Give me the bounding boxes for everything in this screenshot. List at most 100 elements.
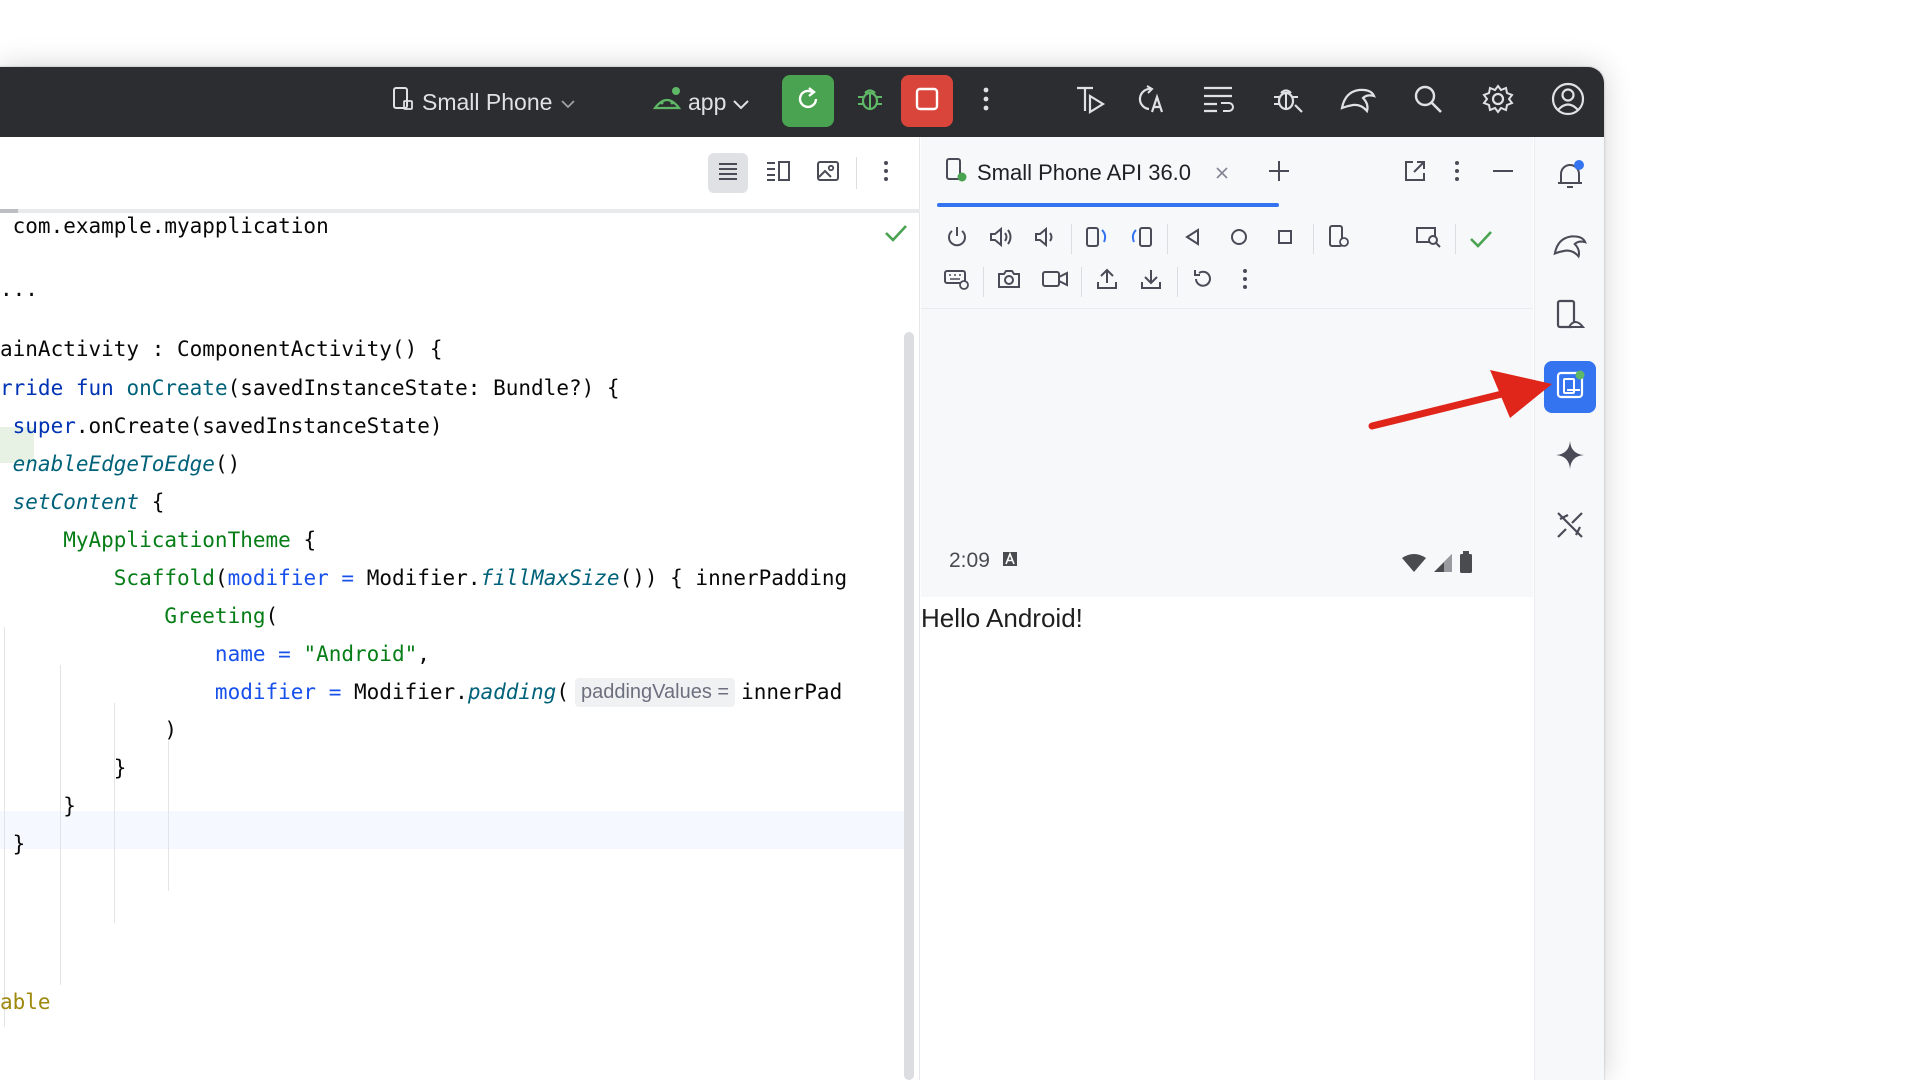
toolbar-separator <box>1167 224 1168 254</box>
settings-button[interactable] <box>1472 75 1524 127</box>
signal-icon <box>1433 553 1453 578</box>
code-token: = <box>328 566 367 590</box>
panel-options-button[interactable] <box>1439 155 1475 191</box>
window-search-icon <box>1415 225 1443 254</box>
download-icon <box>1139 267 1163 296</box>
code-token: fillMaxSize <box>480 566 620 590</box>
code-editor[interactable]: com.example.myapplication... ainActivity … <box>0 137 920 1080</box>
profiler-run-button[interactable] <box>1064 75 1116 127</box>
tools-button[interactable] <box>1544 501 1596 553</box>
attach-debugger-button[interactable] <box>1262 75 1314 127</box>
home-button[interactable] <box>1221 221 1257 257</box>
toolbar-separator <box>856 157 857 189</box>
stop-button[interactable] <box>901 75 953 127</box>
keyboard-button[interactable] <box>939 263 975 299</box>
design-view-button[interactable] <box>808 153 848 193</box>
code-token: Modifier. <box>366 566 481 590</box>
app-quality-insights-button[interactable] <box>1332 75 1384 127</box>
triangle-back-icon <box>1183 227 1203 252</box>
code-line[interactable]: modifier = Modifier. padding(paddingValue… <box>0 673 842 711</box>
chevron-down-icon <box>560 89 576 116</box>
more-actions-button[interactable] <box>960 75 1012 127</box>
code-line[interactable]: rride fun onCreate (savedInstanceState: B… <box>0 369 620 407</box>
detach-panel-button[interactable] <box>1397 155 1433 191</box>
search-button[interactable] <box>1402 75 1454 127</box>
code-line[interactable]: } <box>0 825 26 863</box>
debug-button[interactable] <box>844 75 896 127</box>
push-file-button[interactable] <box>1089 263 1125 299</box>
code-token: ( <box>265 604 279 628</box>
snapshot-restore-button[interactable] <box>1185 263 1221 299</box>
rerun-button[interactable] <box>782 75 834 127</box>
add-device-button[interactable] <box>1261 155 1297 191</box>
screenshot-button[interactable] <box>991 263 1027 299</box>
device-settings-button[interactable] <box>1321 221 1357 257</box>
phone-android-icon <box>1555 299 1586 336</box>
code-line[interactable]: Scaffold(modifier = Modifier. fillMaxSize… <box>0 559 847 597</box>
pull-file-button[interactable] <box>1133 263 1169 299</box>
code-line[interactable]: super .onCreate(savedInstanceState) <box>0 407 443 445</box>
code-token: Scaffold <box>0 566 215 590</box>
notifications-button[interactable] <box>1544 151 1596 203</box>
code-token: fun <box>75 376 127 400</box>
code-token: onCreate <box>126 376 228 400</box>
rotate-right-button[interactable] <box>1123 221 1159 257</box>
code-token: MyApplicationTheme <box>0 528 291 552</box>
image-icon <box>816 160 840 187</box>
code-token: com.example.myapplication <box>0 214 329 238</box>
screen-record-button[interactable] <box>1037 263 1073 299</box>
code-line[interactable]: com.example.myapplication <box>0 207 329 245</box>
device-tab[interactable]: Small Phone API 36.0 <box>945 153 1229 193</box>
close-tab-icon[interactable] <box>1215 160 1229 186</box>
minimize-panel-button[interactable] <box>1485 155 1521 191</box>
split-view-button[interactable] <box>758 153 798 193</box>
code-token: } <box>0 832 26 856</box>
code-line[interactable]: MyApplicationTheme { <box>0 521 316 559</box>
code-view-button[interactable] <box>708 153 748 193</box>
back-button[interactable] <box>1175 221 1211 257</box>
code-line[interactable]: } <box>0 749 127 787</box>
status-icons <box>1401 551 1473 578</box>
layout-inspector-button[interactable] <box>1411 221 1447 257</box>
rotate-left-button[interactable] <box>1079 221 1115 257</box>
device-selector[interactable]: Small Phone <box>392 84 576 120</box>
indent-guide <box>168 741 169 891</box>
code-line[interactable]: setContent { <box>0 483 165 521</box>
run-config-selector[interactable]: app <box>652 84 750 120</box>
overview-button[interactable] <box>1267 221 1303 257</box>
volume-down-icon <box>1033 225 1057 254</box>
code-token: { <box>290 528 317 552</box>
code-line[interactable]: ... <box>0 270 38 308</box>
apply-changes-button[interactable] <box>1124 75 1176 127</box>
bug-attach-icon <box>1271 83 1305 120</box>
volume-up-button[interactable] <box>983 221 1019 257</box>
account-button[interactable] <box>1542 75 1594 127</box>
emulator-more-button[interactable] <box>1227 263 1263 299</box>
no-problems-check-icon <box>884 223 908 248</box>
code-line[interactable]: name = "Android", <box>0 635 430 673</box>
app-quality-insights-tool-button[interactable] <box>1544 221 1596 273</box>
circle-home-icon <box>1229 227 1249 252</box>
power-button[interactable] <box>939 221 975 257</box>
code-line[interactable]: ainActivity : ComponentActivity() { <box>0 330 443 368</box>
device-icon <box>392 86 414 118</box>
toolbar-separator <box>1071 224 1072 254</box>
code-line[interactable]: } <box>0 787 76 825</box>
dolphin-icon <box>1339 84 1377 119</box>
code-line[interactable]: Greeting( <box>0 597 278 635</box>
device-tab-label: Small Phone API 36.0 <box>977 160 1192 185</box>
airplane-tools-icon <box>1554 509 1586 546</box>
device-screen[interactable]: Hello Android! <box>921 537 1533 1080</box>
plus-icon <box>1267 159 1291 188</box>
code-line[interactable]: able <box>0 983 51 1021</box>
device-manager-button[interactable] <box>1544 291 1596 343</box>
gear-icon <box>1482 83 1514 120</box>
code-line[interactable]: enableEdgeToEdge() <box>0 445 241 483</box>
vertical-scrollbar[interactable] <box>904 332 914 1080</box>
logcat-button[interactable] <box>1192 75 1244 127</box>
volume-down-button[interactable] <box>1027 221 1063 257</box>
search-icon <box>1412 83 1444 120</box>
code-line[interactable]: ) <box>0 711 177 749</box>
editor-more-button[interactable] <box>866 153 906 193</box>
chevron-down-icon <box>732 89 750 116</box>
